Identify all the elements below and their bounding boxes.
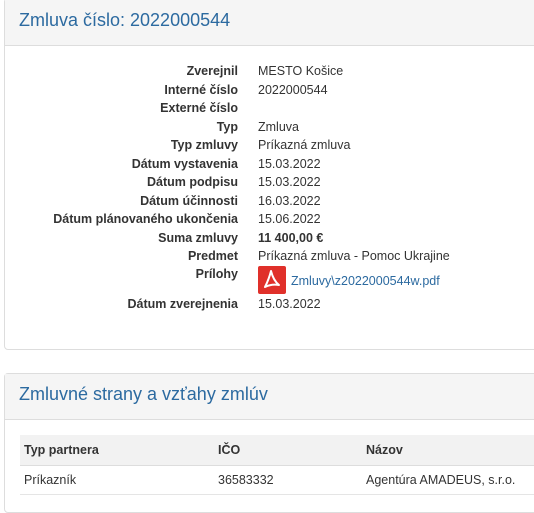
field-row: Typ zmluvy Príkazná zmluva bbox=[0, 136, 534, 154]
field-label: Dátum plánovaného ukončenia bbox=[53, 212, 238, 226]
contract-amount: 11 400,00 € bbox=[258, 230, 324, 245]
field-row: Dátum účinnosti 16.03.2022 bbox=[0, 192, 534, 210]
field-row: Dátum vystavenia 15.03.2022 bbox=[0, 155, 534, 173]
field-label: Suma zmluvy bbox=[158, 230, 238, 245]
field-label: Dátum vystavenia bbox=[131, 156, 238, 171]
field-value: Príkazná zmluva bbox=[258, 138, 351, 152]
field-label: Dátum účinnosti bbox=[140, 193, 238, 208]
party-ico: 36583332 bbox=[214, 465, 362, 495]
field-row: Suma zmluvy 11 400,00 € bbox=[0, 229, 534, 247]
field-value: 2022000544 bbox=[258, 82, 328, 97]
published-label: Dátum zverejnenia bbox=[127, 297, 238, 311]
column-header: IČO bbox=[214, 435, 362, 466]
field-row: Interné číslo 2022000544 bbox=[0, 81, 534, 99]
field-value: Zmluva bbox=[258, 119, 299, 134]
contract-title: Zmluva číslo: 2022000544 bbox=[5, 0, 534, 46]
table-row[interactable]: Príkazník 36583332 Agentúra AMADEUS, s.r… bbox=[20, 465, 534, 495]
field-row: Typ Zmluva bbox=[0, 118, 534, 136]
party-type: Príkazník bbox=[20, 465, 214, 495]
published-value: 15.03.2022 bbox=[258, 297, 321, 311]
field-label: Dátum podpisu bbox=[147, 175, 238, 189]
parties-title: Zmluvné strany a vzťahy zmlúv bbox=[5, 374, 534, 420]
attachment-link[interactable]: Zmluvy\z2022000544w.pdf bbox=[291, 272, 440, 290]
field-row: Dátum podpisu 15.03.2022 bbox=[0, 173, 534, 191]
field-row: Externé číslo bbox=[0, 99, 534, 117]
field-label: Typ bbox=[216, 119, 238, 134]
field-row: Predmet Príkazná zmluva - Pomoc Ukrajine bbox=[0, 247, 534, 265]
pdf-icon[interactable] bbox=[258, 266, 286, 294]
column-header: Typ partnera bbox=[20, 435, 214, 466]
field-value: 16.03.2022 bbox=[258, 193, 321, 208]
column-header: Názov bbox=[362, 435, 534, 466]
field-row: Dátum zverejnenia 15.03.2022 bbox=[0, 295, 534, 313]
parties-table: Typ partnera IČO Názov Príkazník 3658333… bbox=[20, 435, 534, 495]
field-label: Zverejnil bbox=[186, 64, 238, 78]
field-value: 15.03.2022 bbox=[258, 156, 321, 171]
field-label: Interné číslo bbox=[164, 82, 238, 97]
table-header-row: Typ partnera IČO Názov bbox=[20, 435, 534, 466]
field-row: Dátum plánovaného ukončenia 15.06.2022 bbox=[0, 210, 534, 228]
field-row: Zverejnil MESTO Košice bbox=[0, 62, 534, 80]
attachments-label: Prílohy bbox=[195, 267, 238, 281]
party-name: Agentúra AMADEUS, s.r.o. bbox=[362, 465, 534, 495]
field-label: Predmet bbox=[187, 249, 238, 263]
field-value: MESTO Košice bbox=[258, 64, 344, 78]
field-label: Externé číslo bbox=[160, 101, 238, 115]
field-value: 15.06.2022 bbox=[258, 212, 321, 226]
field-value: 15.03.2022 bbox=[258, 175, 321, 189]
field-value: Príkazná zmluva - Pomoc Ukrajine bbox=[258, 249, 450, 263]
field-label: Typ zmluvy bbox=[170, 138, 238, 152]
